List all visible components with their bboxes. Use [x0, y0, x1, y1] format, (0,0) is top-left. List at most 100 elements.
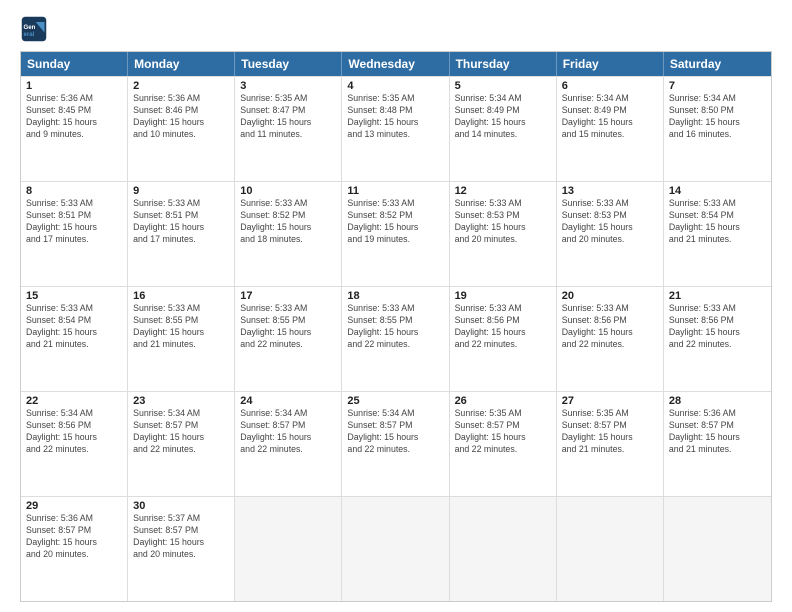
cell-day-number: 23 [133, 395, 229, 407]
calendar-cell: 7Sunrise: 5:34 AM Sunset: 8:50 PM Daylig… [664, 77, 771, 181]
calendar-cell: 10Sunrise: 5:33 AM Sunset: 8:52 PM Dayli… [235, 182, 342, 286]
weekday-header: Monday [128, 52, 235, 76]
weekday-header: Thursday [450, 52, 557, 76]
cell-info: Sunrise: 5:33 AM Sunset: 8:56 PM Dayligh… [669, 303, 766, 351]
calendar-row: 22Sunrise: 5:34 AM Sunset: 8:56 PM Dayli… [21, 391, 771, 496]
cell-day-number: 26 [455, 395, 551, 407]
calendar-page: Gen eral SundayMondayTuesdayWednesdayThu… [0, 0, 792, 612]
calendar-cell: 3Sunrise: 5:35 AM Sunset: 8:47 PM Daylig… [235, 77, 342, 181]
cell-info: Sunrise: 5:33 AM Sunset: 8:53 PM Dayligh… [562, 198, 658, 246]
cell-day-number: 13 [562, 185, 658, 197]
cell-info: Sunrise: 5:35 AM Sunset: 8:47 PM Dayligh… [240, 93, 336, 141]
calendar-cell: 19Sunrise: 5:33 AM Sunset: 8:56 PM Dayli… [450, 287, 557, 391]
cell-day-number: 25 [347, 395, 443, 407]
cell-info: Sunrise: 5:33 AM Sunset: 8:52 PM Dayligh… [240, 198, 336, 246]
calendar-cell: 14Sunrise: 5:33 AM Sunset: 8:54 PM Dayli… [664, 182, 771, 286]
cell-info: Sunrise: 5:33 AM Sunset: 8:56 PM Dayligh… [562, 303, 658, 351]
cell-info: Sunrise: 5:34 AM Sunset: 8:57 PM Dayligh… [240, 408, 336, 456]
calendar-cell: 17Sunrise: 5:33 AM Sunset: 8:55 PM Dayli… [235, 287, 342, 391]
cell-info: Sunrise: 5:33 AM Sunset: 8:54 PM Dayligh… [26, 303, 122, 351]
calendar-cell: 9Sunrise: 5:33 AM Sunset: 8:51 PM Daylig… [128, 182, 235, 286]
page-header: Gen eral [20, 15, 772, 43]
cell-day-number: 2 [133, 80, 229, 92]
cell-info: Sunrise: 5:34 AM Sunset: 8:50 PM Dayligh… [669, 93, 766, 141]
calendar-cell: 25Sunrise: 5:34 AM Sunset: 8:57 PM Dayli… [342, 392, 449, 496]
calendar-cell [342, 497, 449, 601]
logo-icon: Gen eral [20, 15, 48, 43]
cell-info: Sunrise: 5:37 AM Sunset: 8:57 PM Dayligh… [133, 513, 229, 561]
cell-day-number: 30 [133, 500, 229, 512]
cell-day-number: 28 [669, 395, 766, 407]
cell-info: Sunrise: 5:34 AM Sunset: 8:57 PM Dayligh… [347, 408, 443, 456]
cell-info: Sunrise: 5:36 AM Sunset: 8:45 PM Dayligh… [26, 93, 122, 141]
calendar-row: 8Sunrise: 5:33 AM Sunset: 8:51 PM Daylig… [21, 181, 771, 286]
weekday-header: Sunday [21, 52, 128, 76]
svg-text:Gen: Gen [24, 24, 36, 31]
cell-day-number: 8 [26, 185, 122, 197]
cell-info: Sunrise: 5:33 AM Sunset: 8:51 PM Dayligh… [133, 198, 229, 246]
calendar-cell: 20Sunrise: 5:33 AM Sunset: 8:56 PM Dayli… [557, 287, 664, 391]
cell-day-number: 7 [669, 80, 766, 92]
cell-day-number: 22 [26, 395, 122, 407]
calendar-cell: 1Sunrise: 5:36 AM Sunset: 8:45 PM Daylig… [21, 77, 128, 181]
calendar-cell: 27Sunrise: 5:35 AM Sunset: 8:57 PM Dayli… [557, 392, 664, 496]
calendar-row: 1Sunrise: 5:36 AM Sunset: 8:45 PM Daylig… [21, 76, 771, 181]
calendar-cell: 5Sunrise: 5:34 AM Sunset: 8:49 PM Daylig… [450, 77, 557, 181]
calendar-cell: 18Sunrise: 5:33 AM Sunset: 8:55 PM Dayli… [342, 287, 449, 391]
calendar-row: 29Sunrise: 5:36 AM Sunset: 8:57 PM Dayli… [21, 496, 771, 601]
cell-day-number: 27 [562, 395, 658, 407]
cell-day-number: 19 [455, 290, 551, 302]
calendar-cell: 23Sunrise: 5:34 AM Sunset: 8:57 PM Dayli… [128, 392, 235, 496]
cell-info: Sunrise: 5:35 AM Sunset: 8:57 PM Dayligh… [562, 408, 658, 456]
cell-day-number: 15 [26, 290, 122, 302]
cell-day-number: 12 [455, 185, 551, 197]
calendar-cell: 16Sunrise: 5:33 AM Sunset: 8:55 PM Dayli… [128, 287, 235, 391]
cell-info: Sunrise: 5:33 AM Sunset: 8:51 PM Dayligh… [26, 198, 122, 246]
cell-day-number: 3 [240, 80, 336, 92]
calendar-header: SundayMondayTuesdayWednesdayThursdayFrid… [21, 52, 771, 76]
logo: Gen eral [20, 15, 52, 43]
cell-info: Sunrise: 5:33 AM Sunset: 8:55 PM Dayligh… [347, 303, 443, 351]
weekday-header: Wednesday [342, 52, 449, 76]
calendar-cell: 8Sunrise: 5:33 AM Sunset: 8:51 PM Daylig… [21, 182, 128, 286]
cell-day-number: 21 [669, 290, 766, 302]
cell-info: Sunrise: 5:34 AM Sunset: 8:57 PM Dayligh… [133, 408, 229, 456]
calendar-cell [557, 497, 664, 601]
calendar-cell: 24Sunrise: 5:34 AM Sunset: 8:57 PM Dayli… [235, 392, 342, 496]
weekday-header: Saturday [664, 52, 771, 76]
cell-info: Sunrise: 5:33 AM Sunset: 8:54 PM Dayligh… [669, 198, 766, 246]
calendar-cell [664, 497, 771, 601]
calendar-cell: 30Sunrise: 5:37 AM Sunset: 8:57 PM Dayli… [128, 497, 235, 601]
weekday-header: Tuesday [235, 52, 342, 76]
cell-info: Sunrise: 5:36 AM Sunset: 8:46 PM Dayligh… [133, 93, 229, 141]
cell-day-number: 10 [240, 185, 336, 197]
calendar-cell: 11Sunrise: 5:33 AM Sunset: 8:52 PM Dayli… [342, 182, 449, 286]
calendar-cell: 15Sunrise: 5:33 AM Sunset: 8:54 PM Dayli… [21, 287, 128, 391]
calendar-body: 1Sunrise: 5:36 AM Sunset: 8:45 PM Daylig… [21, 76, 771, 601]
calendar-row: 15Sunrise: 5:33 AM Sunset: 8:54 PM Dayli… [21, 286, 771, 391]
cell-day-number: 4 [347, 80, 443, 92]
calendar-cell: 21Sunrise: 5:33 AM Sunset: 8:56 PM Dayli… [664, 287, 771, 391]
calendar-cell [450, 497, 557, 601]
cell-info: Sunrise: 5:36 AM Sunset: 8:57 PM Dayligh… [26, 513, 122, 561]
cell-info: Sunrise: 5:35 AM Sunset: 8:57 PM Dayligh… [455, 408, 551, 456]
cell-day-number: 6 [562, 80, 658, 92]
cell-info: Sunrise: 5:33 AM Sunset: 8:52 PM Dayligh… [347, 198, 443, 246]
cell-info: Sunrise: 5:34 AM Sunset: 8:49 PM Dayligh… [455, 93, 551, 141]
cell-info: Sunrise: 5:35 AM Sunset: 8:48 PM Dayligh… [347, 93, 443, 141]
calendar-cell: 29Sunrise: 5:36 AM Sunset: 8:57 PM Dayli… [21, 497, 128, 601]
cell-info: Sunrise: 5:33 AM Sunset: 8:53 PM Dayligh… [455, 198, 551, 246]
cell-day-number: 29 [26, 500, 122, 512]
calendar-cell: 22Sunrise: 5:34 AM Sunset: 8:56 PM Dayli… [21, 392, 128, 496]
cell-day-number: 5 [455, 80, 551, 92]
cell-info: Sunrise: 5:33 AM Sunset: 8:55 PM Dayligh… [133, 303, 229, 351]
cell-day-number: 1 [26, 80, 122, 92]
cell-day-number: 9 [133, 185, 229, 197]
weekday-header: Friday [557, 52, 664, 76]
cell-day-number: 16 [133, 290, 229, 302]
cell-day-number: 14 [669, 185, 766, 197]
calendar-cell: 12Sunrise: 5:33 AM Sunset: 8:53 PM Dayli… [450, 182, 557, 286]
cell-info: Sunrise: 5:33 AM Sunset: 8:56 PM Dayligh… [455, 303, 551, 351]
calendar-cell [235, 497, 342, 601]
calendar-cell: 28Sunrise: 5:36 AM Sunset: 8:57 PM Dayli… [664, 392, 771, 496]
